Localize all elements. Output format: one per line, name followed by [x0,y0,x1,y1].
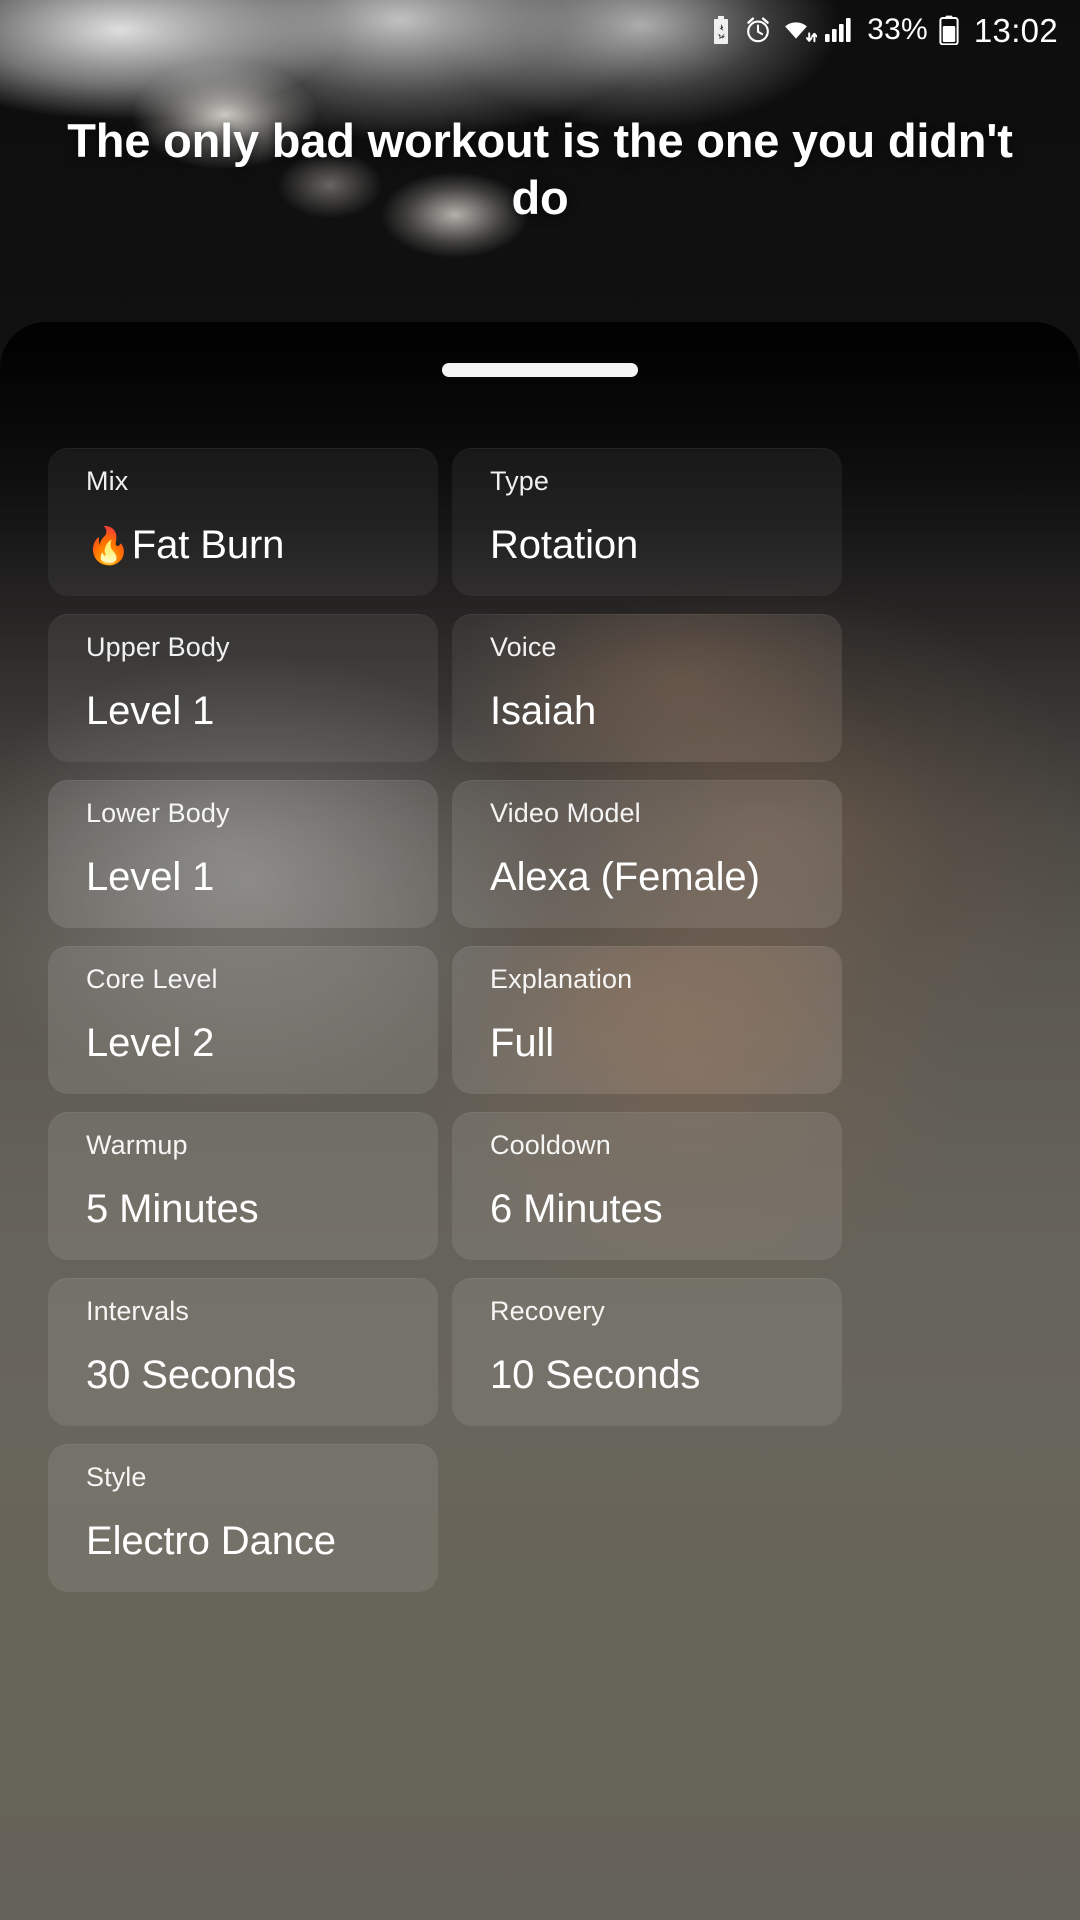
setting-label: Core Level [86,964,218,994]
setting-card-upper-body[interactable]: Upper Body Level 1 [48,614,438,762]
setting-label: Voice [490,632,557,662]
drag-handle-area[interactable] [0,363,1080,377]
setting-value: Level 1 [86,855,215,899]
setting-value: Isaiah [490,689,597,733]
setting-label: Intervals [86,1296,189,1326]
setting-label: Recovery [490,1296,605,1326]
setting-value: 6 Minutes [490,1187,663,1231]
setting-value: Level 1 [86,689,215,733]
setting-value: 10 Seconds [490,1353,701,1397]
setting-card-explanation[interactable]: Explanation Full [452,946,842,1094]
battery-percent-label: 33% [867,13,928,46]
setting-value: Alexa (Female) [490,855,760,899]
setting-card-type[interactable]: Type Rotation [452,448,842,596]
setting-card-style[interactable]: Style Electro Dance [48,1444,438,1592]
motivational-quote: The only bad workout is the one you didn… [67,114,1013,225]
alarm-icon [747,17,770,43]
setting-label: Warmup [86,1130,188,1160]
workout-settings-grid: Mix 🔥Fat Burn Type Rotation Upper Body L… [48,448,1032,1592]
setting-card-intervals[interactable]: Intervals 30 Seconds [48,1278,438,1426]
setting-value: Full [490,1021,555,1065]
setting-value: 5 Minutes [86,1187,259,1231]
setting-label: Cooldown [490,1130,611,1160]
signal-icon [825,18,851,42]
status-bar: 33% 13:02 [0,0,1080,60]
setting-label: Mix [86,466,129,496]
setting-label: Upper Body [86,632,230,662]
drag-handle[interactable] [442,363,638,377]
battery-icon [939,15,959,45]
setting-value: Rotation [490,523,639,567]
setting-label: Explanation [490,964,633,994]
setting-value-text: Fat Burn [131,523,285,567]
app-screen: 33% 13:02 The only bad workout is the on… [0,0,1080,1920]
setting-card-video-model[interactable]: Video Model Alexa (Female) [452,780,842,928]
setting-card-recovery[interactable]: Recovery 10 Seconds [452,1278,842,1426]
wifi-icon [785,22,818,43]
setting-value: 30 Seconds [86,1353,297,1397]
setting-value: Level 2 [86,1021,215,1065]
setting-card-lower-body[interactable]: Lower Body Level 1 [48,780,438,928]
setting-card-warmup[interactable]: Warmup 5 Minutes [48,1112,438,1260]
fire-icon: 🔥 [86,525,131,566]
setting-card-voice[interactable]: Voice Isaiah [452,614,842,762]
setting-label: Video Model [490,798,641,828]
setting-label: Lower Body [86,798,230,828]
setting-label: Style [86,1462,147,1492]
setting-label: Type [490,466,549,496]
setting-card-cooldown[interactable]: Cooldown 6 Minutes [452,1112,842,1260]
clock-label: 13:02 [973,11,1058,49]
setting-card-mix[interactable]: Mix 🔥Fat Burn [48,448,438,596]
setting-value: Electro Dance [86,1519,336,1563]
setting-value: 🔥Fat Burn [86,523,438,567]
battery-saver-icon [714,16,729,44]
setting-card-core-level[interactable]: Core Level Level 2 [48,946,438,1094]
